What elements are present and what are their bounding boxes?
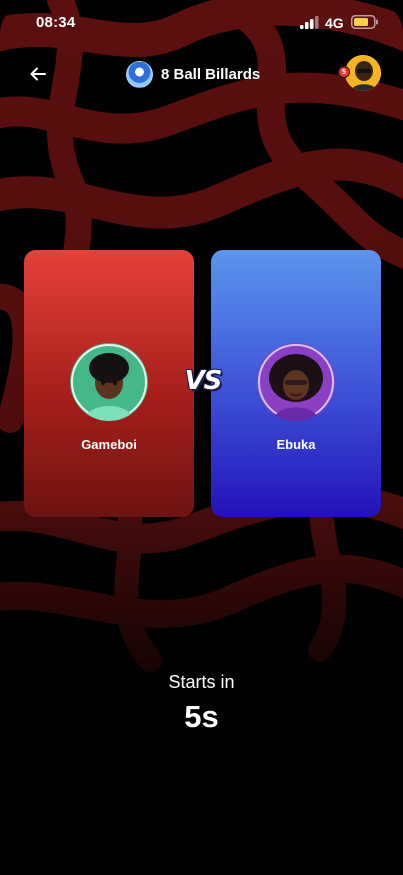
- game-logo: [126, 60, 153, 88]
- network-label: 4G: [325, 15, 344, 31]
- back-button[interactable]: [24, 60, 52, 88]
- player-two-name: Ebuka: [276, 437, 316, 452]
- versus-label: VS: [184, 366, 223, 396]
- match-screen: 08:34 4G 8 Ball Billards 5 Gameboi Ebuka…: [0, 0, 403, 875]
- arrow-left-icon: [30, 67, 46, 81]
- player-one-avatar: [70, 343, 148, 421]
- player-two-card: Ebuka: [211, 250, 381, 517]
- countdown: Starts in 5s: [0, 672, 403, 735]
- profile-button[interactable]: 5: [336, 55, 382, 93]
- player-two-avatar: [257, 343, 335, 421]
- avatar: [345, 55, 381, 91]
- header: 8 Ball Billards 5: [0, 54, 403, 94]
- player-avatar-icon: [70, 343, 148, 421]
- signal-bars-icon: [300, 16, 319, 29]
- player-one-card: Gameboi: [24, 250, 194, 517]
- user-avatar-icon: [345, 55, 381, 91]
- notification-badge: 5: [338, 66, 350, 78]
- status-time: 08:34: [36, 14, 76, 31]
- game-title: 8 Ball Billards: [161, 65, 261, 83]
- player-one-name: Gameboi: [81, 437, 137, 452]
- countdown-label: Starts in: [168, 672, 235, 692]
- status-bar: 08:34 4G: [0, 0, 403, 44]
- countdown-value: 5s: [184, 699, 219, 734]
- battery-icon: [351, 15, 378, 29]
- game-title-group: 8 Ball Billards: [126, 60, 260, 88]
- player-avatar-icon: [257, 343, 335, 421]
